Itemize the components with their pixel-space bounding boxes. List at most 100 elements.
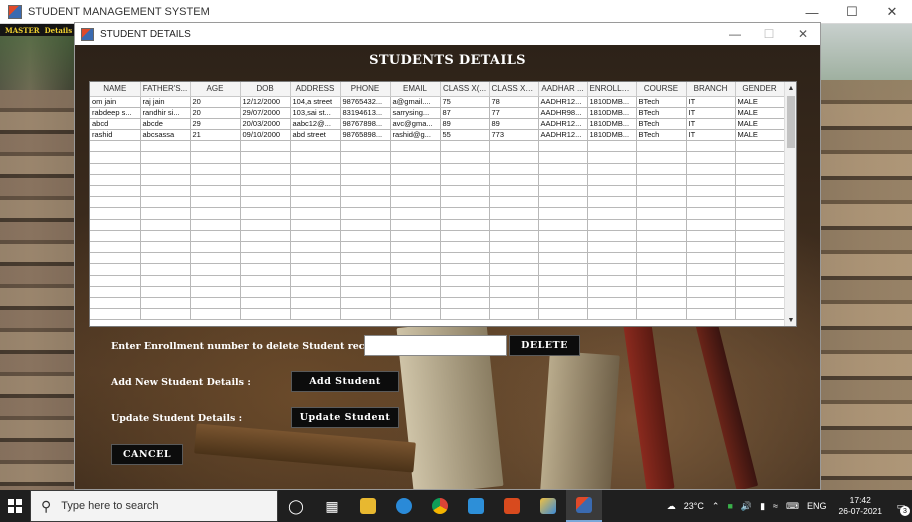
table-row-empty[interactable]: [90, 185, 785, 198]
table-cell[interactable]: [686, 241, 736, 254]
table-cell[interactable]: [440, 308, 490, 321]
table-cell[interactable]: [636, 263, 687, 276]
table-cell[interactable]: [190, 163, 241, 175]
table-cell[interactable]: [140, 275, 191, 287]
table-cell[interactable]: [90, 241, 141, 254]
table-cell[interactable]: [140, 230, 191, 242]
table-cell[interactable]: [340, 207, 391, 220]
table-cell[interactable]: [340, 286, 391, 298]
table-cell[interactable]: 98765432...: [340, 96, 391, 108]
table-cell[interactable]: [636, 174, 687, 187]
table-cell[interactable]: [190, 185, 241, 198]
table-cell[interactable]: [340, 230, 391, 242]
table-cell[interactable]: [190, 219, 241, 231]
table-cell[interactable]: [290, 174, 341, 187]
table-cell[interactable]: [290, 263, 341, 276]
table-cell[interactable]: [340, 297, 391, 310]
table-cell[interactable]: 20/03/2000: [240, 118, 291, 131]
dialog-minimize-button[interactable]: —: [718, 23, 752, 45]
table-cell[interactable]: [240, 286, 291, 298]
language-indicator[interactable]: ENG: [807, 501, 827, 511]
table-cell[interactable]: [290, 219, 341, 231]
scroll-down-icon[interactable]: ▼: [785, 314, 797, 326]
table-cell[interactable]: [735, 207, 785, 220]
table-cell[interactable]: [140, 219, 191, 231]
table-cell[interactable]: [636, 185, 687, 198]
table-cell[interactable]: abcd: [90, 118, 141, 131]
table-cell[interactable]: [390, 241, 441, 254]
table-cell[interactable]: MALE: [735, 118, 785, 131]
cortana-icon[interactable]: ◯: [278, 490, 314, 522]
table-cell[interactable]: [390, 174, 441, 187]
table-cell[interactable]: [538, 219, 588, 231]
table-cell[interactable]: [587, 185, 637, 198]
table-cell[interactable]: [538, 308, 588, 321]
table-cell[interactable]: [587, 196, 637, 209]
table-cell[interactable]: [240, 230, 291, 242]
table-cell[interactable]: 09/10/2000: [240, 129, 291, 142]
table-cell[interactable]: [686, 263, 736, 276]
table-row-empty[interactable]: [90, 163, 785, 175]
update-student-button[interactable]: Update Student: [291, 407, 399, 428]
table-cell[interactable]: [240, 185, 291, 198]
table-cell[interactable]: [686, 185, 736, 198]
table-cell[interactable]: [340, 151, 391, 164]
cancel-button[interactable]: CANCEL: [111, 444, 183, 465]
table-cell[interactable]: 98765898...: [340, 129, 391, 142]
table-cell[interactable]: [90, 297, 141, 310]
table-cell[interactable]: [290, 140, 341, 153]
table-cell[interactable]: 98767898...: [340, 118, 391, 131]
table-cell[interactable]: a@gmail....: [390, 96, 441, 108]
column-header[interactable]: COURSE: [636, 82, 687, 97]
table-cell[interactable]: [340, 252, 391, 265]
table-cell[interactable]: [686, 297, 736, 310]
table-cell[interactable]: [290, 275, 341, 287]
table-cell[interactable]: [735, 219, 785, 231]
column-header[interactable]: DOB: [240, 82, 291, 97]
table-cell[interactable]: [140, 207, 191, 220]
table-cell[interactable]: [587, 163, 637, 175]
table-cell[interactable]: MALE: [735, 96, 785, 108]
table-cell[interactable]: [538, 286, 588, 298]
table-row-empty[interactable]: [90, 140, 785, 153]
table-cell[interactable]: [140, 140, 191, 153]
table-cell[interactable]: [440, 275, 490, 287]
table-cell[interactable]: 1810DMB...: [587, 107, 637, 119]
table-cell[interactable]: aabc12@...: [290, 118, 341, 131]
table-cell[interactable]: [636, 196, 687, 209]
table-cell[interactable]: [340, 196, 391, 209]
table-cell[interactable]: [140, 196, 191, 209]
table-cell[interactable]: [636, 252, 687, 265]
table-cell[interactable]: [140, 163, 191, 175]
table-cell[interactable]: 1810DMB...: [587, 96, 637, 108]
table-cell[interactable]: [190, 140, 241, 153]
table-cell[interactable]: [90, 174, 141, 187]
table-cell[interactable]: [440, 219, 490, 231]
table-cell[interactable]: [538, 185, 588, 198]
table-cell[interactable]: [390, 207, 441, 220]
table-row[interactable]: rashid abcsassa 21 09/10/2000 abd street 9876…: [90, 129, 785, 142]
table-cell[interactable]: [90, 263, 141, 276]
table-cell[interactable]: [489, 196, 539, 209]
column-header[interactable]: EMAIL: [390, 82, 441, 97]
column-header[interactable]: CLASS X(...: [440, 82, 490, 97]
table-cell[interactable]: [90, 252, 141, 265]
table-cell[interactable]: [140, 151, 191, 164]
chevron-up-icon[interactable]: ⌃: [712, 501, 720, 512]
table-cell[interactable]: [587, 174, 637, 187]
table-cell[interactable]: [735, 297, 785, 310]
table-cell[interactable]: [538, 151, 588, 164]
table-cell[interactable]: [140, 263, 191, 276]
weather-temperature[interactable]: 23°C: [684, 501, 704, 511]
office-icon[interactable]: [494, 490, 530, 522]
table-cell[interactable]: [290, 163, 341, 175]
table-cell[interactable]: abcde: [140, 118, 191, 131]
table-cell[interactable]: [735, 174, 785, 187]
table-cell[interactable]: [240, 140, 291, 153]
table-cell[interactable]: [240, 174, 291, 187]
table-cell[interactable]: [390, 185, 441, 198]
table-cell[interactable]: [489, 286, 539, 298]
main-maximize-button[interactable]: ☐: [832, 0, 872, 24]
wifi-icon[interactable]: ≈: [773, 501, 778, 511]
column-header[interactable]: ADDRESS: [290, 82, 341, 97]
